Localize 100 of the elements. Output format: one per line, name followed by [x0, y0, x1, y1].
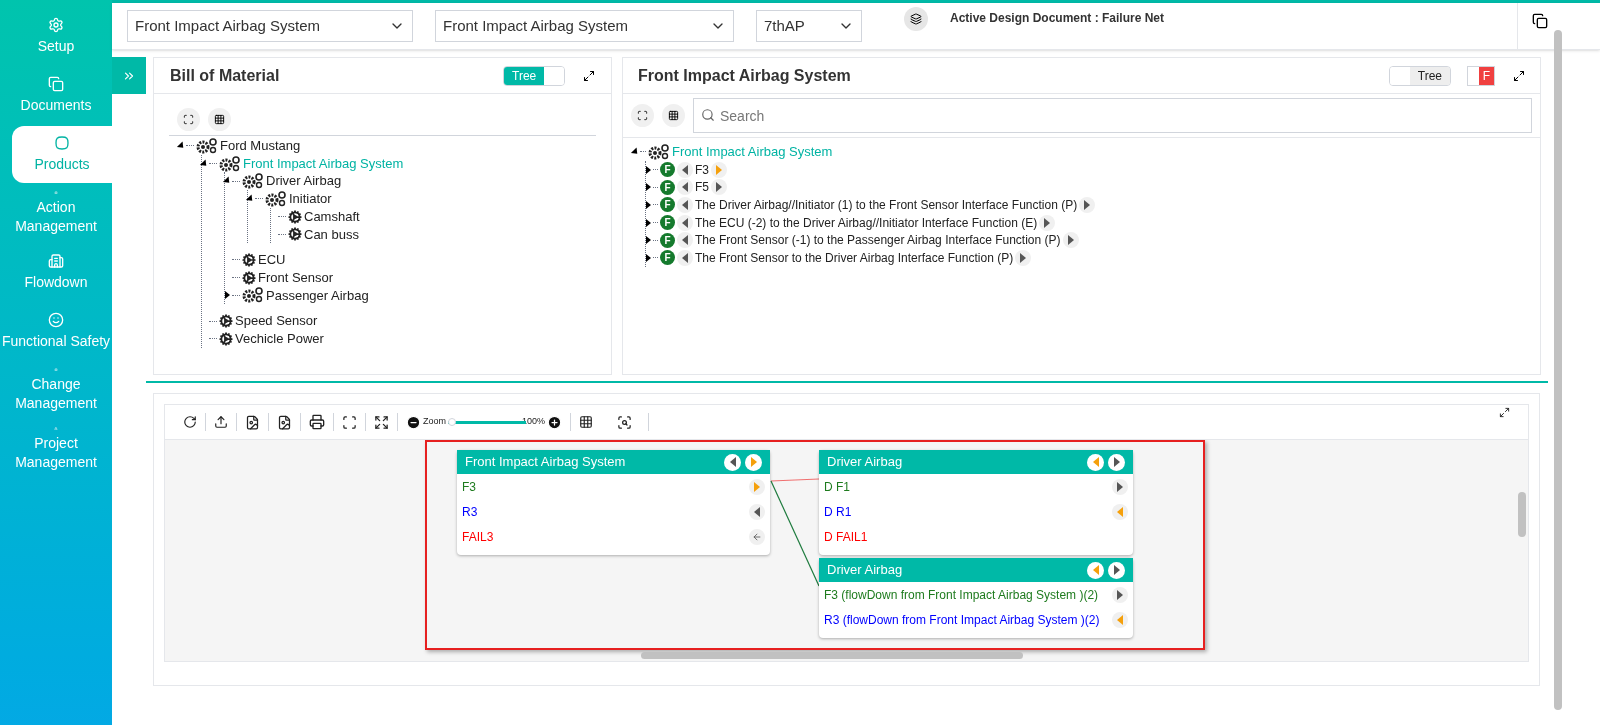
tree-item[interactable]: Front Sensor	[258, 267, 334, 288]
node-title: Front Impact Airbag System	[465, 453, 626, 472]
gear-icon	[288, 227, 302, 242]
tree-item[interactable]: Vechicle Power	[235, 328, 324, 349]
search-settings-icon[interactable]	[617, 414, 633, 430]
layers-icon	[910, 13, 922, 25]
gears-icon	[196, 137, 218, 154]
refresh-icon[interactable]	[183, 415, 197, 429]
zoom-out-icon[interactable]	[406, 414, 421, 430]
search-field[interactable]: Search	[693, 98, 1532, 133]
expand-icon	[183, 114, 194, 125]
left-arrow-button[interactable]	[677, 249, 693, 266]
tree-item[interactable]: Can buss	[304, 224, 359, 245]
expand-icon[interactable]	[583, 69, 595, 82]
expand-all-button[interactable]	[177, 108, 200, 131]
node-row-text: D FAIL1	[824, 528, 868, 546]
left-arrow-button[interactable]	[677, 232, 693, 249]
print-icon[interactable]	[309, 414, 325, 430]
dropdown[interactable]: Front Impact Airbag System	[127, 10, 413, 42]
tree-toggle[interactable]: Tree	[1389, 65, 1451, 86]
function-item[interactable]: The Front Sensor to the Driver Airbag Interface Function (P)	[695, 248, 1014, 267]
right-arrow-button[interactable]	[1112, 478, 1128, 495]
function-badge: F	[660, 197, 675, 213]
left-arrow-button[interactable]	[677, 179, 693, 196]
node-title: Driver Airbag	[827, 561, 903, 580]
product-icon	[54, 135, 70, 151]
right-arrow-button[interactable]	[711, 179, 727, 196]
left-arrow-button[interactable]	[724, 453, 741, 471]
export-file-icon[interactable]	[245, 414, 260, 430]
panel-title: Bill of Material	[170, 65, 280, 86]
diagram-node[interactable]: Front Impact Airbag System F3 R3 FAIL3	[457, 450, 770, 555]
layers-button[interactable]	[904, 7, 928, 31]
tree-item[interactable]: Passenger Airbag	[266, 285, 369, 306]
tree-item[interactable]: Driver Airbag	[266, 171, 342, 191]
node-row-text: D F1	[824, 478, 850, 496]
fullscreen-icon[interactable]	[374, 414, 389, 430]
function-badge: F	[660, 179, 675, 195]
collapse-all-button[interactable]	[662, 104, 685, 127]
collapse-all-button[interactable]	[208, 108, 231, 131]
function-item[interactable]: The ECU (-2) to the Driver Airbag//Initiator Interface Function (E)	[695, 213, 1038, 232]
diagram-node[interactable]: Driver Airbag D F1 D R1 D FAIL1	[819, 450, 1133, 555]
tree-item[interactable]: Initiator	[289, 189, 332, 209]
tree-item[interactable]: ECU	[258, 250, 286, 270]
active-document-label: Active Design Document : Failure Net	[950, 10, 1165, 27]
tree-item[interactable]: Camshaft	[304, 206, 360, 227]
node-row-text: R3 (flowDown from Front Impact Airbag System )(2)	[824, 611, 1100, 629]
zoom-label: Zoom	[423, 415, 446, 429]
expand-icon[interactable]	[1513, 69, 1525, 82]
f-toggle[interactable]: F	[1467, 65, 1495, 86]
right-arrow-button[interactable]	[1062, 232, 1079, 249]
smiley-icon	[48, 312, 64, 328]
expand-toggle-icon[interactable]	[225, 291, 230, 300]
right-arrow-button[interactable]	[1108, 561, 1125, 579]
expand-all-button[interactable]	[631, 104, 654, 127]
copy-icon[interactable]	[1532, 13, 1548, 29]
collapse-icon	[668, 110, 679, 121]
tree-item[interactable]: Ford Mustang	[220, 136, 301, 156]
function-badge: F	[660, 250, 675, 266]
diagram-node[interactable]: Driver Airbag F3 (flowDown from Front Impact Airbag System )(2) R3 (flowDown from Front Impact Airbag System )(2)	[819, 558, 1133, 638]
right-arrow-button[interactable]	[1112, 586, 1128, 603]
grid-icon[interactable]	[579, 415, 594, 429]
export-file-icon[interactable]	[277, 414, 292, 430]
left-arrow-button[interactable]	[677, 214, 693, 231]
zoom-in-icon[interactable]	[547, 414, 563, 430]
dropdown[interactable]: 7thAP	[756, 10, 862, 42]
right-arrow-button[interactable]	[1039, 214, 1056, 231]
back-arrow-button[interactable]	[749, 528, 765, 545]
gear-icon	[219, 331, 233, 346]
function-item[interactable]: F5	[695, 178, 709, 197]
node-row-text: D R1	[824, 503, 852, 521]
horizontal-scrollbar[interactable]	[641, 652, 1023, 659]
dropdown[interactable]: Front Impact Airbag System	[435, 10, 734, 42]
left-arrow-button[interactable]	[677, 196, 693, 213]
tree-item[interactable]: Speed Sensor	[235, 311, 318, 331]
function-badge: F	[660, 215, 675, 231]
gears-icon	[242, 287, 264, 304]
upload-icon[interactable]	[214, 415, 228, 429]
fit-screen-icon[interactable]	[342, 414, 357, 430]
left-arrow-button[interactable]	[677, 161, 693, 178]
vertical-scrollbar[interactable]	[1518, 492, 1526, 537]
collapse-icon	[214, 114, 225, 125]
node-row-text: FAIL3	[462, 528, 494, 546]
expand-icon	[637, 110, 648, 121]
left-arrow-icon	[752, 531, 762, 542]
gear-icon	[288, 209, 302, 224]
function-item[interactable]: The Driver Airbag//Initiator (1) to the Front Sensor Interface Function (P)	[695, 195, 1078, 214]
right-arrow-button[interactable]	[1108, 453, 1125, 471]
gear-icon	[219, 314, 233, 329]
right-arrow-button[interactable]	[1015, 249, 1032, 266]
expand-icon[interactable]	[1499, 406, 1510, 418]
function-badge: F	[660, 232, 675, 248]
node-title: Driver Airbag	[827, 453, 903, 472]
right-arrow-button[interactable]	[1079, 196, 1096, 213]
function-item[interactable]: The Front Sensor (-1) to the Passenger Airbag Interface Function (P)	[695, 231, 1061, 250]
function-item[interactable]: F3	[695, 160, 709, 179]
gears-icon	[242, 173, 264, 190]
gears-icon	[648, 143, 670, 160]
left-arrow-button[interactable]	[749, 503, 765, 520]
node-row-text: F3	[462, 478, 476, 496]
page-scrollbar[interactable]	[1554, 30, 1562, 710]
